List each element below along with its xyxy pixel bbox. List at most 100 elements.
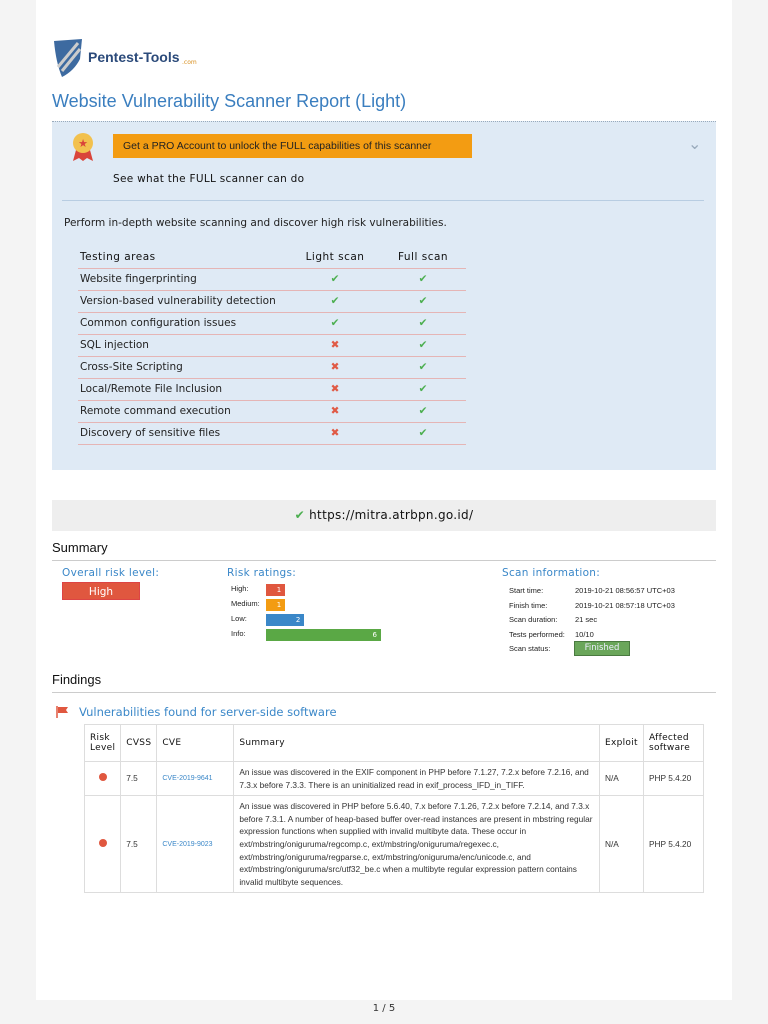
page-number: 1 / 5 — [372, 1003, 396, 1014]
cross-icon: ✖ — [330, 361, 340, 373]
risk-rating-label: Medium: — [231, 599, 260, 608]
full-scan-cell: ✔ — [378, 268, 466, 291]
target-url: https://mitra.atrbpn.go.id/ — [309, 508, 474, 522]
divider — [52, 560, 716, 561]
full-scan-cell: ✔ — [378, 334, 466, 357]
exploit-value: N/A — [599, 760, 644, 797]
light-scan-cell: ✖ — [290, 422, 378, 445]
cve-link[interactable]: CVE-2019-9023 — [162, 841, 212, 848]
testing-areas-table: Testing areas Light scan Full scan Websi… — [78, 246, 466, 445]
full-scan-cell: ✔ — [378, 356, 466, 379]
full-scan-cell: ✔ — [378, 400, 466, 423]
check-icon: ✔ — [418, 427, 428, 439]
vulnerabilities-table: Risk Level CVSS CVE Summary Exploit Affe… — [83, 724, 704, 894]
shield-logo-icon — [54, 39, 82, 77]
vulnerability-row: 7.5 CVE-2019-9641 An issue was discovere… — [83, 760, 704, 797]
check-icon: ✔ — [418, 405, 428, 417]
check-icon: ✔ — [418, 361, 428, 373]
check-icon: ✔ — [418, 295, 428, 307]
vulnerability-summary: An issue was discovered in the EXIF comp… — [233, 760, 600, 797]
col-light-scan: Light scan — [290, 246, 378, 269]
scan-info-key: Scan duration: — [509, 615, 558, 624]
divider — [62, 200, 704, 201]
check-icon: ✔ — [330, 317, 340, 329]
light-scan-cell: ✖ — [290, 400, 378, 423]
check-icon: ✔ — [418, 383, 428, 395]
scan-info-key: Tests performed: — [509, 629, 565, 639]
risk-ratings-label: Risk ratings: — [227, 567, 297, 579]
logo: Pentest-Tools .com — [52, 37, 197, 77]
risk-rating-label: Low: — [231, 614, 247, 623]
light-scan-cell: ✔ — [290, 290, 378, 313]
testing-area-row: Remote command execution ✖ ✔ — [78, 400, 466, 423]
divider — [52, 692, 716, 693]
flag-icon — [56, 706, 68, 718]
target-url-bar: ✔ https://mitra.atrbpn.go.id/ — [52, 500, 716, 531]
promo-description: Perform in-depth website scanning and di… — [64, 217, 447, 229]
scan-info-key: Finish time: — [509, 600, 548, 610]
risk-rating-bar: 6 — [266, 629, 381, 641]
full-scan-cell: ✔ — [378, 378, 466, 401]
check-icon: ✔ — [418, 273, 428, 285]
scan-info-value: 10/10 — [575, 629, 594, 639]
scan-information-label: Scan information: — [502, 567, 601, 579]
check-icon: ✔ — [330, 273, 340, 285]
scan-info-value: 21 sec — [575, 615, 598, 624]
cross-icon: ✖ — [330, 427, 340, 439]
testing-area-name: Remote command execution — [78, 400, 290, 423]
check-icon: ✔ — [294, 508, 306, 522]
full-scan-cell: ✔ — [378, 312, 466, 335]
promo-subtitle: See what the FULL scanner can do — [113, 173, 305, 185]
col-risk-level: Risk Level — [83, 724, 122, 762]
scan-info-key: Start time: — [509, 586, 544, 595]
col-full-scan: Full scan — [378, 246, 466, 269]
light-scan-cell: ✖ — [290, 334, 378, 357]
svg-text:★: ★ — [78, 137, 88, 150]
col-affected-software: Affected software — [643, 724, 704, 762]
check-icon: ✔ — [418, 317, 428, 329]
testing-area-row: Cross-Site Scripting ✖ ✔ — [78, 356, 466, 379]
affected-software: PHP 5.4.20 — [643, 760, 704, 797]
testing-area-name: SQL injection — [78, 334, 290, 357]
vulnerabilities-section-title: Vulnerabilities found for server-side so… — [79, 705, 337, 719]
summary-heading: Summary — [52, 540, 108, 555]
cvss-score: 7.5 — [120, 760, 158, 797]
check-icon: ✔ — [330, 295, 340, 307]
risk-level-cell — [83, 795, 122, 894]
testing-area-name: Website fingerprinting — [78, 268, 290, 291]
light-scan-cell: ✔ — [290, 268, 378, 291]
light-scan-cell: ✖ — [290, 378, 378, 401]
risk-rating-label: High: — [231, 584, 249, 593]
testing-area-name: Local/Remote File Inclusion — [78, 378, 290, 401]
col-exploit: Exploit — [599, 724, 644, 762]
findings-heading: Findings — [52, 672, 102, 687]
col-testing-areas: Testing areas — [78, 246, 290, 269]
chevron-down-icon[interactable]: ⌄ — [688, 134, 701, 153]
testing-area-name: Cross-Site Scripting — [78, 356, 290, 379]
overall-risk-badge: High — [62, 582, 140, 600]
scan-info-value: 2019-10-21 08:56:57 UTC+03 — [575, 586, 675, 595]
cve-link[interactable]: CVE-2019-9641 — [162, 775, 212, 782]
risk-rating-bar: 1 — [266, 584, 286, 596]
scan-info-key: Scan status: — [509, 644, 551, 653]
cross-icon: ✖ — [330, 383, 340, 395]
testing-area-row: Website fingerprinting ✔ ✔ — [78, 268, 466, 291]
full-scan-cell: ✔ — [378, 290, 466, 313]
cross-icon: ✖ — [330, 405, 340, 417]
col-cve: CVE — [156, 724, 235, 762]
col-summary: Summary — [233, 724, 600, 762]
risk-rating-label: Info: — [231, 629, 246, 638]
col-cvss: CVSS — [120, 724, 158, 762]
vulnerability-summary: An issue was discovered in PHP before 5.… — [233, 795, 600, 894]
cvss-score: 7.5 — [120, 795, 158, 894]
full-scan-cell: ✔ — [378, 422, 466, 445]
high-risk-dot-icon — [98, 773, 107, 782]
page-title: Website Vulnerability Scanner Report (Li… — [52, 91, 407, 111]
risk-level-cell — [83, 760, 122, 797]
scan-info-value: 2019-10-21 08:57:18 UTC+03 — [575, 600, 675, 610]
award-medal-icon: ★ — [73, 133, 93, 161]
exploit-value: N/A — [599, 795, 644, 894]
light-scan-cell: ✖ — [290, 356, 378, 379]
overall-risk-label: Overall risk level: — [62, 567, 160, 579]
get-pro-account-button[interactable]: Get a PRO Account to unlock the FULL cap… — [113, 134, 472, 158]
